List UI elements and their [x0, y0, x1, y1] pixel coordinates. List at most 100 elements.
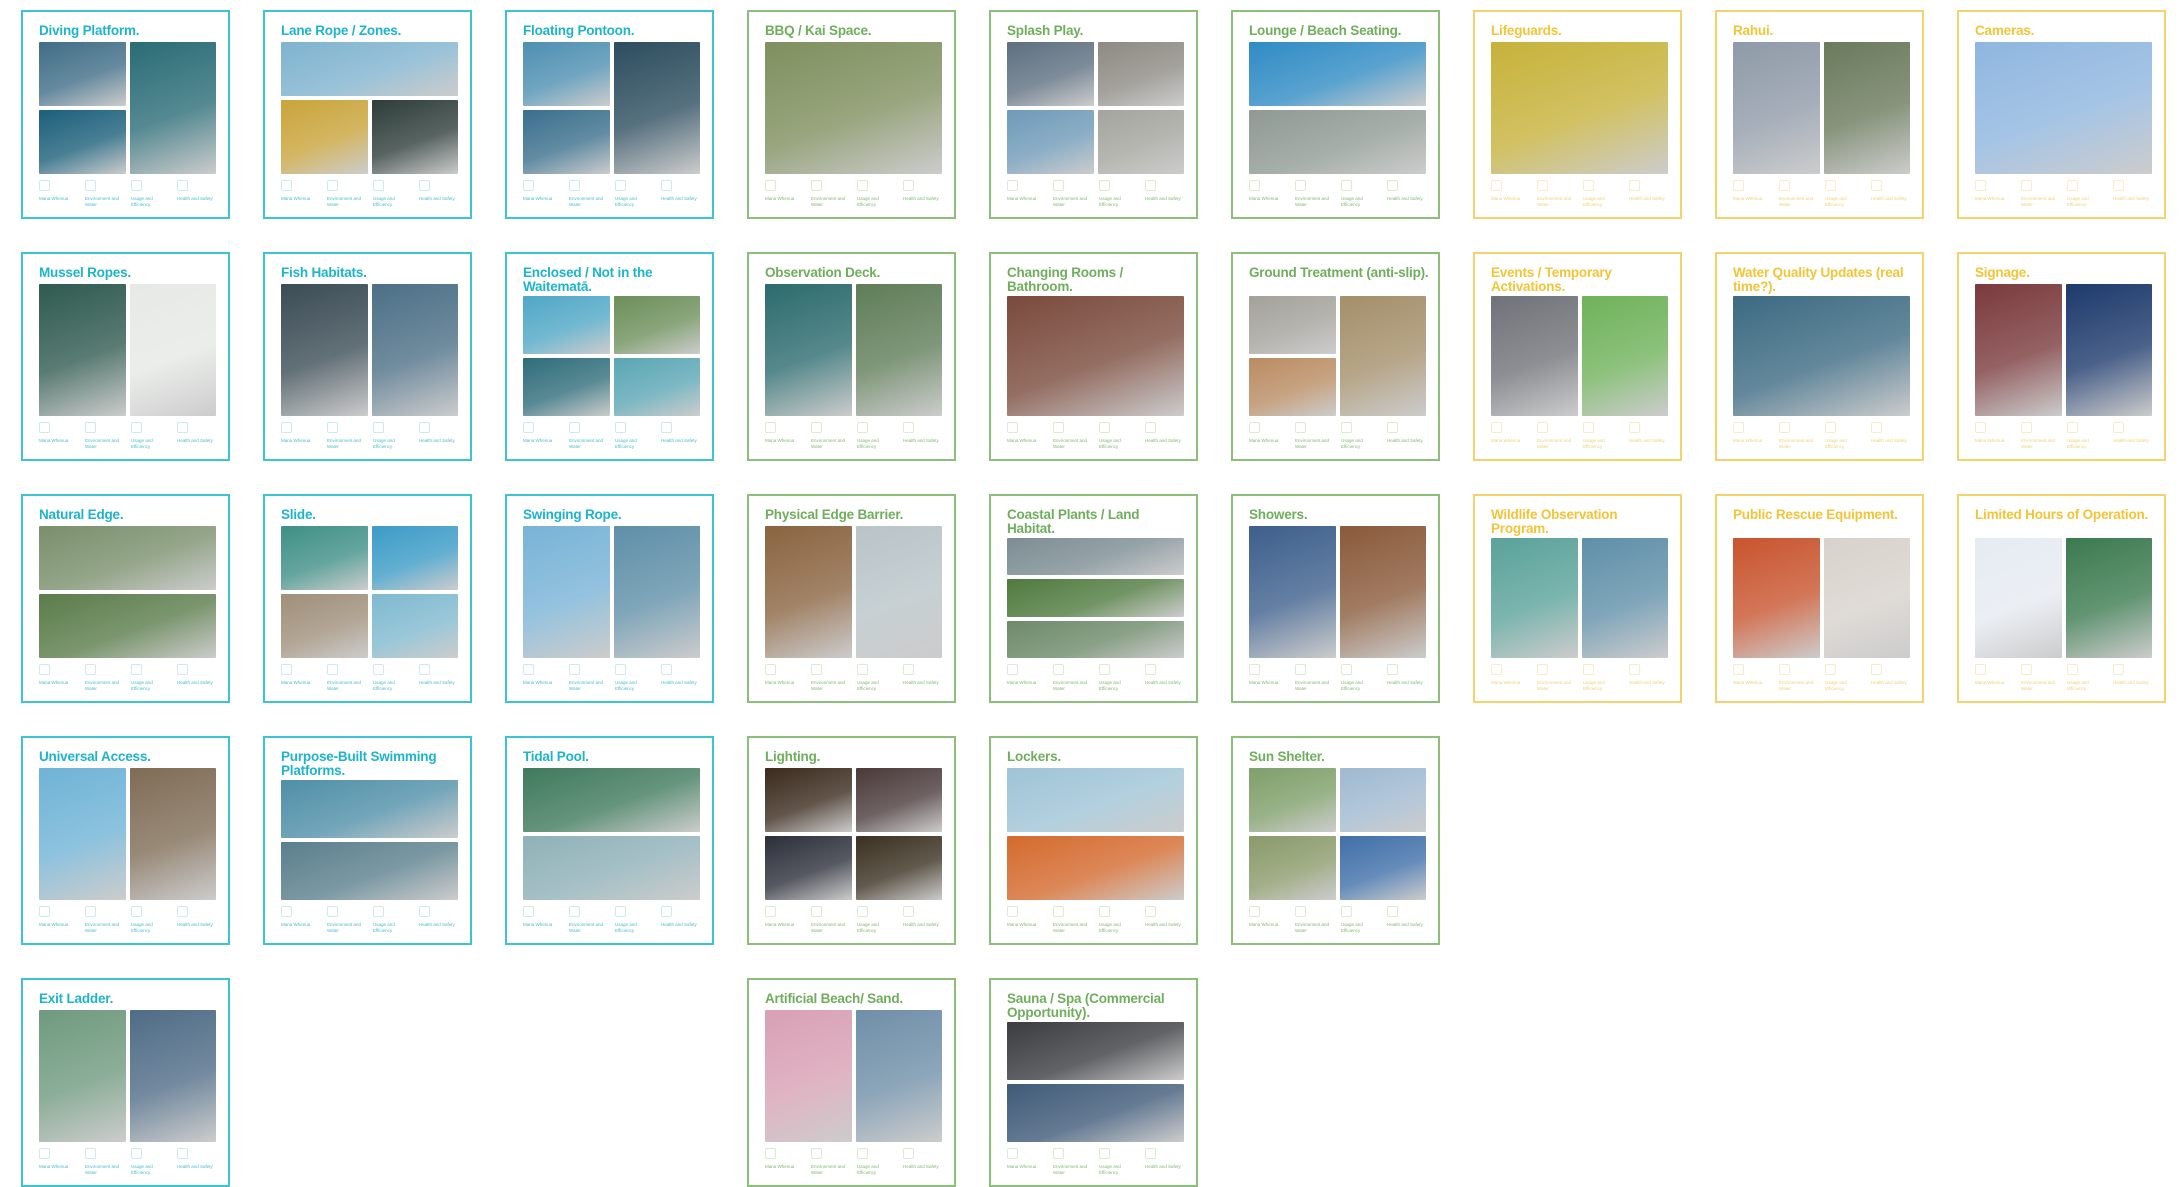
criteria-checkbox[interactable] — [39, 906, 50, 917]
criteria-checkbox[interactable] — [1733, 664, 1744, 675]
criteria-checkbox[interactable] — [1387, 180, 1398, 191]
criteria-checkbox[interactable] — [811, 664, 822, 675]
criteria-checkbox[interactable] — [1629, 422, 1640, 433]
criteria-checkbox[interactable] — [327, 422, 338, 433]
criteria-checkbox[interactable] — [857, 906, 868, 917]
criteria-checkbox[interactable] — [1295, 180, 1306, 191]
criteria-checkbox[interactable] — [281, 664, 292, 675]
criteria-checkbox[interactable] — [1491, 422, 1502, 433]
criteria-checkbox[interactable] — [1629, 664, 1640, 675]
criteria-checkbox[interactable] — [1099, 906, 1110, 917]
criteria-checkbox[interactable] — [857, 180, 868, 191]
criteria-checkbox[interactable] — [765, 180, 776, 191]
criteria-checkbox[interactable] — [523, 422, 534, 433]
criteria-checkbox[interactable] — [2113, 664, 2124, 675]
criteria-checkbox[interactable] — [1099, 1148, 1110, 1159]
criteria-checkbox[interactable] — [39, 422, 50, 433]
criteria-checkbox[interactable] — [1053, 422, 1064, 433]
criteria-checkbox[interactable] — [2067, 422, 2078, 433]
criteria-checkbox[interactable] — [281, 180, 292, 191]
criteria-checkbox[interactable] — [1007, 906, 1018, 917]
criteria-checkbox[interactable] — [1871, 664, 1882, 675]
criteria-checkbox[interactable] — [1007, 1148, 1018, 1159]
criteria-checkbox[interactable] — [765, 422, 776, 433]
criteria-checkbox[interactable] — [327, 906, 338, 917]
criteria-checkbox[interactable] — [1583, 180, 1594, 191]
criteria-checkbox[interactable] — [1249, 422, 1260, 433]
criteria-checkbox[interactable] — [523, 180, 534, 191]
criteria-checkbox[interactable] — [2021, 664, 2032, 675]
criteria-checkbox[interactable] — [85, 1148, 96, 1159]
criteria-checkbox[interactable] — [569, 906, 580, 917]
criteria-checkbox[interactable] — [1145, 664, 1156, 675]
criteria-checkbox[interactable] — [765, 1148, 776, 1159]
criteria-checkbox[interactable] — [1007, 180, 1018, 191]
criteria-checkbox[interactable] — [1583, 422, 1594, 433]
criteria-checkbox[interactable] — [903, 664, 914, 675]
criteria-checkbox[interactable] — [131, 422, 142, 433]
criteria-checkbox[interactable] — [1295, 906, 1306, 917]
criteria-checkbox[interactable] — [39, 664, 50, 675]
criteria-checkbox[interactable] — [1099, 180, 1110, 191]
criteria-checkbox[interactable] — [903, 1148, 914, 1159]
criteria-checkbox[interactable] — [615, 906, 626, 917]
criteria-checkbox[interactable] — [1871, 180, 1882, 191]
criteria-checkbox[interactable] — [1145, 422, 1156, 433]
criteria-checkbox[interactable] — [419, 664, 430, 675]
criteria-checkbox[interactable] — [177, 180, 188, 191]
criteria-checkbox[interactable] — [857, 422, 868, 433]
criteria-checkbox[interactable] — [1249, 664, 1260, 675]
criteria-checkbox[interactable] — [177, 664, 188, 675]
criteria-checkbox[interactable] — [811, 906, 822, 917]
criteria-checkbox[interactable] — [1099, 422, 1110, 433]
criteria-checkbox[interactable] — [661, 906, 672, 917]
criteria-checkbox[interactable] — [419, 906, 430, 917]
criteria-checkbox[interactable] — [281, 906, 292, 917]
criteria-checkbox[interactable] — [903, 180, 914, 191]
criteria-checkbox[interactable] — [177, 1148, 188, 1159]
criteria-checkbox[interactable] — [373, 664, 384, 675]
criteria-checkbox[interactable] — [1295, 422, 1306, 433]
criteria-checkbox[interactable] — [1537, 664, 1548, 675]
criteria-checkbox[interactable] — [419, 422, 430, 433]
criteria-checkbox[interactable] — [523, 664, 534, 675]
criteria-checkbox[interactable] — [661, 422, 672, 433]
criteria-checkbox[interactable] — [1145, 1148, 1156, 1159]
criteria-checkbox[interactable] — [1629, 180, 1640, 191]
criteria-checkbox[interactable] — [569, 180, 580, 191]
criteria-checkbox[interactable] — [569, 664, 580, 675]
criteria-checkbox[interactable] — [1871, 422, 1882, 433]
criteria-checkbox[interactable] — [131, 180, 142, 191]
criteria-checkbox[interactable] — [2113, 422, 2124, 433]
criteria-checkbox[interactable] — [1387, 906, 1398, 917]
criteria-checkbox[interactable] — [903, 422, 914, 433]
criteria-checkbox[interactable] — [1007, 664, 1018, 675]
criteria-checkbox[interactable] — [419, 180, 430, 191]
criteria-checkbox[interactable] — [85, 664, 96, 675]
criteria-checkbox[interactable] — [1975, 180, 1986, 191]
criteria-checkbox[interactable] — [1825, 664, 1836, 675]
criteria-checkbox[interactable] — [1825, 422, 1836, 433]
criteria-checkbox[interactable] — [1537, 180, 1548, 191]
criteria-checkbox[interactable] — [1145, 180, 1156, 191]
criteria-checkbox[interactable] — [765, 906, 776, 917]
criteria-checkbox[interactable] — [1099, 664, 1110, 675]
criteria-checkbox[interactable] — [1007, 422, 1018, 433]
criteria-checkbox[interactable] — [1341, 906, 1352, 917]
criteria-checkbox[interactable] — [765, 664, 776, 675]
criteria-checkbox[interactable] — [1387, 664, 1398, 675]
criteria-checkbox[interactable] — [857, 664, 868, 675]
criteria-checkbox[interactable] — [857, 1148, 868, 1159]
criteria-checkbox[interactable] — [1249, 180, 1260, 191]
criteria-checkbox[interactable] — [2113, 180, 2124, 191]
criteria-checkbox[interactable] — [39, 1148, 50, 1159]
criteria-checkbox[interactable] — [2067, 180, 2078, 191]
criteria-checkbox[interactable] — [2021, 180, 2032, 191]
criteria-checkbox[interactable] — [615, 180, 626, 191]
criteria-checkbox[interactable] — [2021, 422, 2032, 433]
criteria-checkbox[interactable] — [131, 664, 142, 675]
criteria-checkbox[interactable] — [811, 1148, 822, 1159]
criteria-checkbox[interactable] — [327, 664, 338, 675]
criteria-checkbox[interactable] — [373, 422, 384, 433]
criteria-checkbox[interactable] — [1145, 906, 1156, 917]
